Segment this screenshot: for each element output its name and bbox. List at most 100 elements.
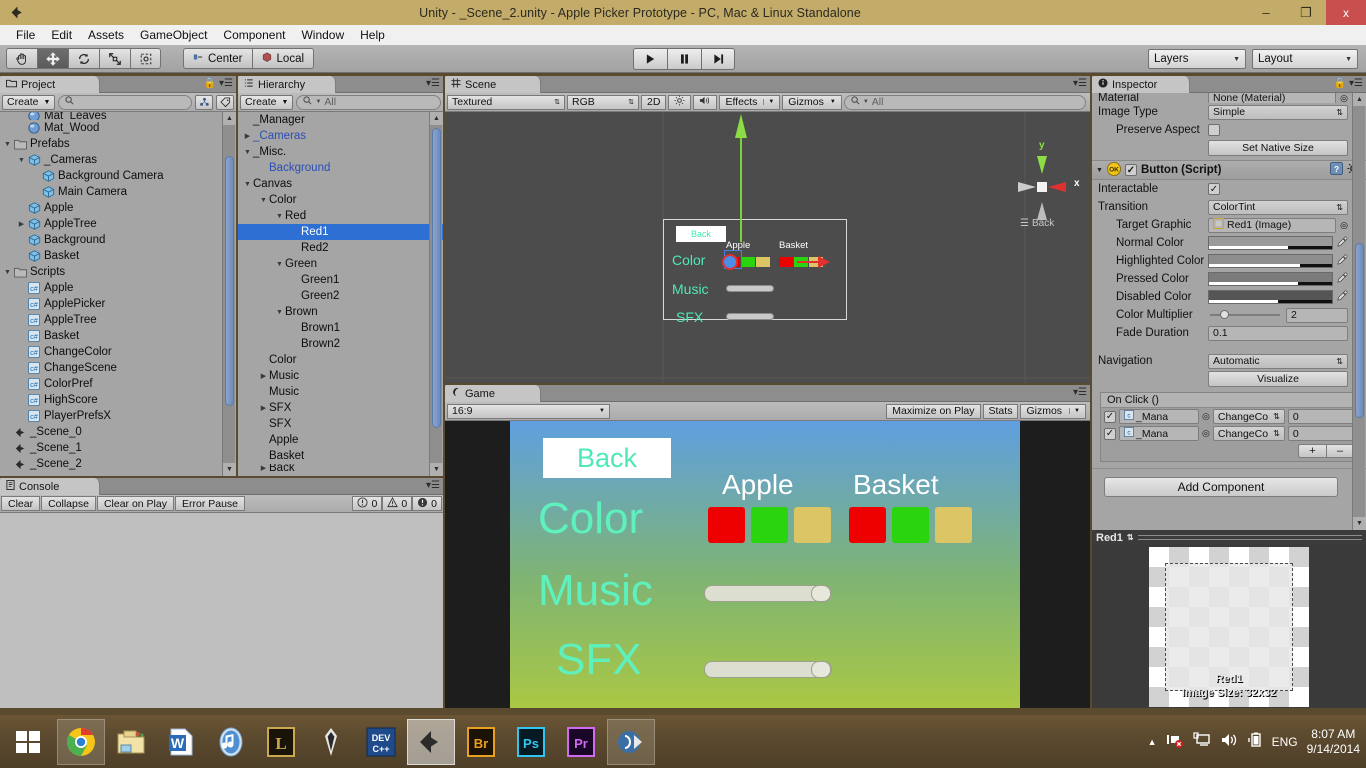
onclick-add-button[interactable]: + — [1298, 444, 1326, 458]
inspector-row-fade-duration[interactable]: Fade Duration 0.1 — [1092, 324, 1366, 342]
fade-duration-value[interactable]: 0.1 — [1208, 325, 1348, 341]
scene-lighting-toggle[interactable] — [668, 94, 692, 110]
twirl-open-icon[interactable]: ▼ — [2, 141, 13, 148]
chevron-down-icon[interactable]: ▼ — [1096, 167, 1103, 174]
chrome-icon[interactable] — [57, 718, 105, 765]
itunes-icon[interactable] — [207, 719, 255, 765]
hierarchy-item-apple[interactable]: Apple — [238, 432, 443, 448]
disabled-color-swatch[interactable] — [1208, 290, 1333, 304]
game-back-button[interactable]: Back — [543, 438, 671, 478]
scene-swatch-basket-red[interactable] — [779, 257, 793, 267]
image-type-dropdown[interactable]: Simple ⇅ — [1208, 104, 1348, 120]
inspector-row-target-graphic[interactable]: Target Graphic Red1 (Image) ◎ — [1092, 216, 1366, 234]
game-music-slider-handle[interactable] — [811, 585, 831, 602]
inspector-row-normal-color[interactable]: Normal Color — [1092, 234, 1366, 252]
project-item--cameras[interactable]: ▼ _Cameras — [0, 152, 236, 168]
scene-drawmode-dropdown[interactable]: Textured ⇅ — [447, 94, 565, 110]
inspector-row-highlighted-color[interactable]: Highlighted Color — [1092, 252, 1366, 270]
menu-help[interactable]: Help — [352, 26, 393, 44]
project-item-highscore[interactable]: c# HighScore — [0, 392, 236, 408]
eyedropper-icon[interactable] — [1337, 236, 1348, 250]
hierarchy-item-selected-red1[interactable]: Red1 — [238, 224, 443, 240]
scene-move-gizmo-center[interactable] — [722, 254, 738, 270]
project-item-appletree[interactable]: ▶ AppleTree — [0, 216, 236, 232]
target-graphic-field[interactable]: Red1 (Image) — [1208, 217, 1337, 233]
project-item-colorpref[interactable]: c# ColorPref — [0, 376, 236, 392]
scene-colormode-dropdown[interactable]: RGB ⇅ — [567, 94, 639, 110]
object-picker-icon[interactable]: ◎ — [1340, 220, 1348, 231]
highlighted-color-swatch[interactable] — [1208, 254, 1333, 268]
project-item-prefabs[interactable]: ▼ Prefabs — [0, 136, 236, 152]
inspector-row-visualize[interactable]: Visualize — [1092, 370, 1366, 388]
onclick-object-field[interactable]: c _Mana — [1119, 426, 1199, 441]
scene-back-button[interactable]: Back — [676, 226, 726, 242]
hierarchy-scrollbar[interactable]: ▲ ▼ — [429, 112, 443, 476]
console-clear-button[interactable]: Clear — [1, 496, 41, 511]
game-stats-toggle[interactable]: Stats — [982, 403, 1019, 419]
search-dropdown-icon[interactable]: ▼ — [315, 99, 321, 105]
eyedropper-icon[interactable] — [1337, 290, 1348, 304]
game-viewport[interactable]: Back Apple Basket Color Music SFX — [445, 421, 1090, 708]
panel-menu-icon[interactable]: ▾☰ — [426, 480, 440, 491]
project-filter-type-icon[interactable] — [195, 94, 213, 110]
hierarchy-item-sfx[interactable]: SFX — [238, 416, 443, 432]
start-button[interactable] — [0, 715, 56, 768]
panel-menu-icon[interactable]: ▾☰ — [1349, 78, 1363, 89]
project-search-input[interactable] — [58, 94, 192, 110]
gizmo-persp-toggle[interactable]: ☰ Back — [1020, 218, 1054, 229]
scene-swatch-apple-green[interactable] — [741, 257, 755, 267]
game-swatch-apple-red[interactable] — [708, 507, 745, 543]
project-item-playerprefsx[interactable]: c# PlayerPrefsX — [0, 408, 236, 424]
help-icon[interactable]: ? — [1330, 162, 1343, 178]
tab-scene[interactable]: Scene — [445, 76, 541, 93]
clock[interactable]: 8:07 AM 9/14/2014 — [1307, 727, 1360, 757]
menu-assets[interactable]: Assets — [80, 26, 132, 44]
game-swatch-apple-brown[interactable] — [794, 507, 831, 543]
inspector-row-set-native-size[interactable]: Set Native Size — [1092, 139, 1366, 157]
league-of-legends-icon[interactable]: L — [257, 719, 305, 765]
game-sfx-slider[interactable] — [704, 661, 832, 678]
updown-arrow-icon[interactable]: ⇅ — [1127, 533, 1134, 542]
panel-menu-icon[interactable]: ▾☰ — [1073, 78, 1087, 89]
inspector-row-disabled-color[interactable]: Disabled Color — [1092, 288, 1366, 306]
onclick-enabled-checkbox[interactable]: ✓ — [1104, 410, 1116, 423]
hierarchy-item-background[interactable]: Background — [238, 160, 443, 176]
layout-dropdown[interactable]: Layout ▼ — [1252, 49, 1358, 69]
hierarchy-item-brown2[interactable]: Brown2 — [238, 336, 443, 352]
language-indicator[interactable]: ENG — [1272, 735, 1298, 749]
hierarchy-item-music[interactable]: Music — [238, 384, 443, 400]
premiere-icon[interactable]: Pr — [557, 719, 605, 765]
maximize-button[interactable]: ❐ — [1286, 0, 1326, 25]
color-multiplier-value[interactable]: 2 — [1286, 307, 1348, 323]
move-tool-icon[interactable] — [37, 48, 68, 69]
lock-icon[interactable]: 🔒 — [1334, 78, 1346, 89]
minimize-button[interactable]: – — [1246, 0, 1286, 25]
scale-tool-icon[interactable] — [99, 48, 130, 69]
hierarchy-item-brown1[interactable]: Brown1 — [238, 320, 443, 336]
project-item-apple[interactable]: Apple — [0, 200, 236, 216]
project-item-main-camera[interactable]: Main Camera — [0, 184, 236, 200]
onclick-row-0[interactable]: ✓ c _Mana ◎ ChangeCo ⇅ 0 — [1101, 408, 1357, 425]
eyedropper-icon[interactable] — [1337, 254, 1348, 268]
menu-component[interactable]: Component — [215, 26, 293, 44]
lock-icon[interactable]: 🔒 — [204, 78, 216, 89]
scroll-down-icon[interactable]: ▼ — [1353, 517, 1366, 530]
scroll-thumb[interactable] — [225, 156, 234, 406]
button-script-component-header[interactable]: ▼ OK ✓ Button (Script) ? — [1092, 160, 1366, 180]
scroll-thumb[interactable] — [432, 128, 441, 428]
battery-icon[interactable] — [1247, 732, 1263, 751]
onclick-enabled-checkbox[interactable]: ✓ — [1104, 427, 1116, 440]
project-item--scene-2[interactable]: _Scene_2 — [0, 456, 236, 472]
object-picker-icon[interactable]: ◎ — [1202, 428, 1210, 439]
file-explorer-icon[interactable] — [107, 719, 155, 765]
layers-dropdown[interactable]: Layers ▼ — [1148, 49, 1246, 69]
set-native-size-button[interactable]: Set Native Size — [1208, 140, 1348, 156]
scene-music-slider[interactable] — [726, 285, 774, 292]
twirl-open-icon[interactable]: ▼ — [274, 309, 285, 316]
object-picker-icon[interactable]: ◎ — [1202, 411, 1210, 422]
game-swatch-basket-red[interactable] — [849, 507, 886, 543]
scroll-down-icon[interactable]: ▼ — [430, 463, 443, 476]
pressed-color-swatch[interactable] — [1208, 272, 1333, 286]
twirl-open-icon[interactable]: ▼ — [274, 213, 285, 220]
component-enabled-checkbox[interactable]: ✓ — [1124, 164, 1137, 176]
